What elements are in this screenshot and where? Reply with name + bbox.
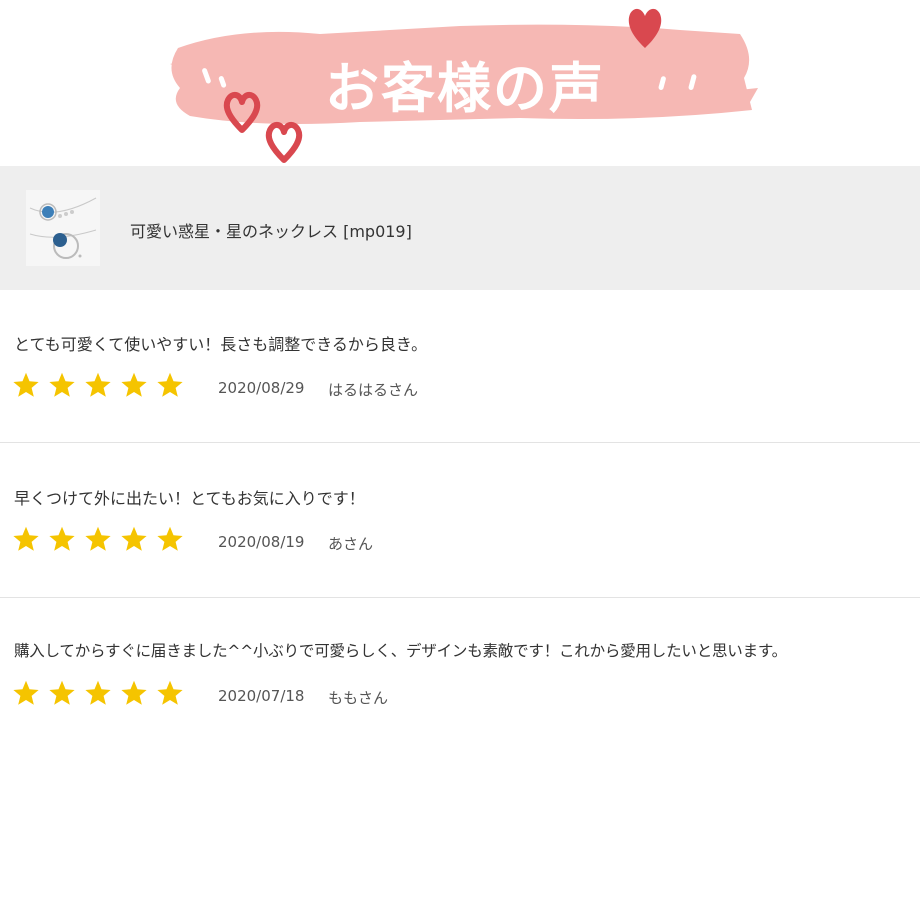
review-author: ももさん	[328, 689, 389, 707]
review-item: 購入してからすぐに届きました^^小ぶりで可愛らしく、デザインも素敵です！これから…	[0, 639, 920, 709]
star-icon	[85, 372, 111, 397]
review-text: 早くつけて外に出たい！とてもお気に入りです！	[14, 489, 365, 508]
heart-icon	[628, 8, 662, 48]
star-icon	[49, 526, 75, 551]
star-rating	[12, 371, 192, 399]
divider	[0, 597, 920, 598]
review-item: 早くつけて外に出たい！とてもお気に入りです！ 2020/08/19 あさん	[0, 485, 920, 555]
star-icon	[49, 372, 75, 397]
review-author: あさん	[328, 535, 374, 553]
heart-icon	[265, 122, 303, 163]
star-rating	[12, 525, 192, 553]
divider	[0, 442, 920, 443]
star-icon	[121, 526, 147, 551]
star-rating	[12, 679, 192, 707]
review-date: 2020/08/29	[218, 379, 305, 397]
star-icon	[157, 526, 183, 551]
review-date: 2020/07/18	[218, 687, 305, 705]
star-icon	[49, 680, 75, 705]
star-icon	[13, 372, 39, 397]
star-icon	[85, 526, 111, 551]
review-author: はるはるさん	[328, 381, 419, 399]
product-thumbnail[interactable]	[26, 190, 100, 266]
page-title: お客様の声	[325, 57, 605, 120]
product-info-bar: 可愛い惑星・星のネックレス [mp019]	[0, 166, 920, 290]
star-icon	[85, 680, 111, 705]
product-name[interactable]: 可愛い惑星・星のネックレス [mp019]	[130, 218, 412, 242]
review-date: 2020/08/19	[218, 533, 305, 551]
star-icon	[121, 372, 147, 397]
review-text: とても可愛くて使いやすい！長さも調整できるから良き。	[14, 335, 428, 354]
star-icon	[157, 372, 183, 397]
star-icon	[13, 526, 39, 551]
page-header: お客様の声	[0, 0, 920, 166]
star-icon	[121, 680, 147, 705]
review-text: 購入してからすぐに届きました^^小ぶりで可愛らしく、デザインも素敵です！これから…	[14, 642, 787, 660]
review-item: とても可愛くて使いやすい！長さも調整できるから良き。 2020/08/29 はる…	[0, 331, 920, 401]
heart-icon	[223, 92, 261, 133]
star-icon	[157, 680, 183, 705]
star-icon	[13, 680, 39, 705]
